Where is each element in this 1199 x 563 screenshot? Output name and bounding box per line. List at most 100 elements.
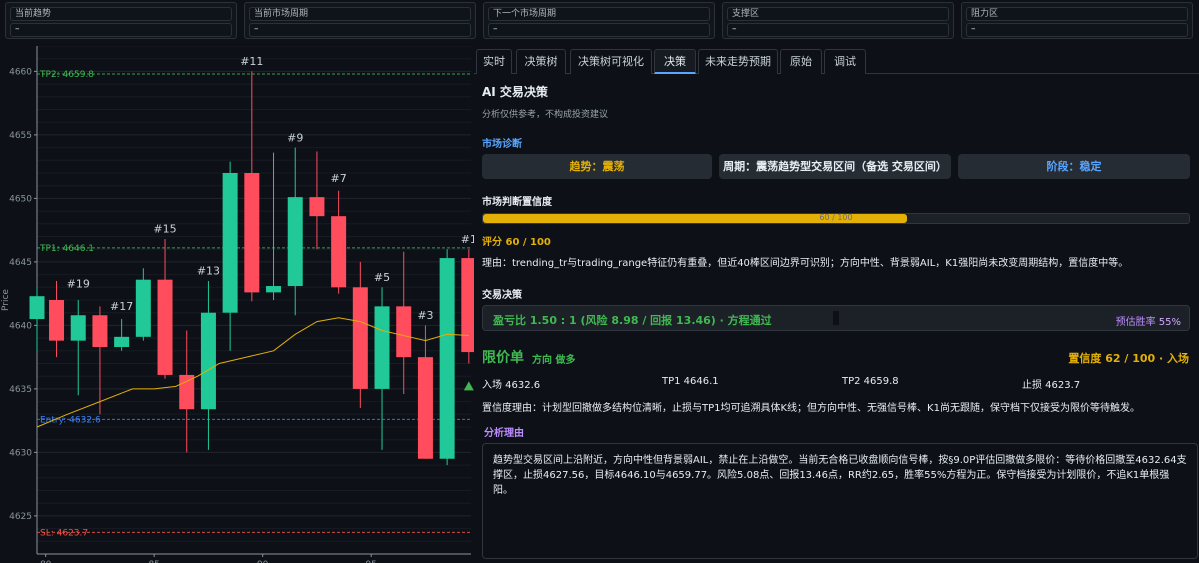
- price-chart[interactable]: 4625463046354640464546504655466080859095…: [0, 46, 474, 563]
- confidence-score: 评分 60 / 100: [482, 237, 551, 248]
- bar-number-label: #5: [374, 271, 390, 284]
- order-type: 限价单: [482, 350, 524, 366]
- candle-body: [200, 312, 216, 410]
- stat-label: 下一个市场周期: [488, 7, 710, 21]
- risk-reward-text: 盈亏比 1.50 : 1 (风险 8.98 / 回报 13.46) · 方程通过: [493, 314, 772, 327]
- y-tick-label: 4625: [9, 512, 32, 522]
- y-tick-label: 4635: [9, 385, 32, 395]
- stat-value: –: [966, 23, 1188, 37]
- stat-label: 当前趋势: [10, 7, 232, 21]
- section-market-diagnosis: 市场诊断: [482, 139, 522, 150]
- candle-body: [29, 296, 45, 320]
- tab-bar: 实时 决策树 决策树可视化 决策 未来走势预期 原始 调试: [474, 49, 1199, 74]
- decision-panel: 实时 决策树 决策树可视化 决策 未来走势预期 原始 调试 AI 交易决策 分析…: [474, 46, 1199, 563]
- tab-raw[interactable]: 原始: [780, 49, 822, 74]
- page-title: AI 交易决策: [482, 85, 548, 99]
- stop-level: 止损 4623.7: [1022, 380, 1081, 391]
- tp1-level: TP1 4646.1: [662, 376, 719, 387]
- candle-body: [396, 306, 412, 358]
- entry-level: 入场 4632.6: [482, 380, 541, 391]
- section-trade-decision: 交易决策: [482, 290, 522, 301]
- candle-body: [461, 258, 474, 353]
- disclaimer: 分析仅供参考，不构成投资建议: [482, 110, 609, 120]
- tab-decision[interactable]: 决策: [654, 49, 696, 74]
- tab-decision-tree-visual[interactable]: 决策树可视化: [570, 49, 652, 74]
- bar-number-label: #3: [417, 309, 433, 322]
- stat-value: –: [10, 23, 232, 37]
- y-axis-label: Price: [1, 289, 11, 311]
- candle-body: [114, 336, 130, 347]
- analysis-text: 趋势型交易区间上沿附近，方向中性但背景弱AIL，禁止在上沿做空。当前无合格已收盘…: [482, 443, 1198, 559]
- win-rate: 预估胜率 55%: [1116, 313, 1181, 328]
- confidence-bar-text: 60 / 100: [819, 213, 853, 222]
- stat-value: –: [249, 23, 471, 37]
- candle-body: [331, 216, 347, 288]
- win-rate-value: 55%: [1158, 317, 1181, 328]
- stat-label: 当前市场周期: [249, 7, 471, 21]
- stat-next-cycle: 下一个市场周期 –: [483, 2, 715, 39]
- bar-number-label: #13: [197, 265, 220, 278]
- candle-body: [157, 279, 173, 375]
- risk-reward-bar: 盈亏比 1.50 : 1 (风险 8.98 / 回报 13.46) · 方程通过…: [482, 305, 1190, 331]
- bar-number-label: #11: [240, 55, 263, 68]
- confidence-rationale: 置信度理由：计划型回撤做多结构位清晰，止损与TP1均可追溯具体K线；但方向中性、…: [482, 403, 1140, 414]
- tab-future-forecast[interactable]: 未来走势预期: [698, 49, 778, 74]
- confidence-bar: 60 / 100: [482, 213, 1190, 224]
- candle-body: [179, 374, 195, 410]
- candle-body: [70, 315, 86, 341]
- tab-debug[interactable]: 调试: [824, 49, 866, 74]
- candlestick-chart-svg[interactable]: 4625463046354640464546504655466080859095…: [0, 46, 474, 563]
- order-direction: 方向 做多: [532, 355, 576, 366]
- y-tick-label: 4660: [9, 67, 32, 77]
- candle-body: [49, 300, 65, 341]
- stat-label: 阻力区: [966, 7, 1188, 21]
- phase-badge: 阶段：稳定: [958, 154, 1190, 179]
- candle-body: [417, 357, 433, 459]
- bar-number-label: #17: [110, 300, 133, 313]
- y-tick-label: 4650: [9, 194, 32, 204]
- tab-realtime[interactable]: 实时: [476, 49, 512, 74]
- y-tick-label: 4655: [9, 131, 32, 141]
- y-tick-label: 4645: [9, 258, 32, 268]
- candle-body: [309, 197, 325, 217]
- cycle-badge: 周期：震荡趋势型交易区间（备选 交易区间）: [719, 154, 951, 179]
- candle-body: [439, 258, 455, 459]
- stat-current-cycle: 当前市场周期 –: [244, 2, 476, 39]
- bar-number-label: #15: [153, 223, 176, 236]
- y-tick-label: 4630: [9, 448, 32, 458]
- tp2-level: TP2 4659.8: [842, 376, 899, 387]
- candle-body: [92, 315, 108, 347]
- stat-support-zone: 支撑区 –: [722, 2, 954, 39]
- candle-body: [374, 306, 390, 389]
- stat-label: 支撑区: [727, 7, 949, 21]
- candle-body: [287, 197, 303, 287]
- level-label: TP2: 4659.8: [39, 70, 94, 80]
- order-confidence: 置信度 62 / 100 · 入场: [1068, 352, 1189, 365]
- candle-body: [266, 286, 282, 293]
- bar-number-label: #19: [67, 277, 90, 290]
- stat-current-trend: 当前趋势 –: [5, 2, 237, 39]
- level-label: Entry: 4632.6: [40, 415, 101, 425]
- level-label: TP1: 4646.1: [39, 244, 94, 254]
- y-tick-label: 4640: [9, 321, 32, 331]
- candle-body: [222, 173, 238, 313]
- win-rate-label: 预估胜率: [1115, 317, 1156, 328]
- trend-badge: 趋势：震荡: [482, 154, 712, 179]
- confidence-reason: 理由：trending_tr与trading_range特征仍有重叠，但近40棒…: [482, 258, 1129, 269]
- divider: [833, 311, 839, 325]
- section-confidence: 市场判断置信度: [482, 197, 552, 208]
- top-stats-bar: 当前趋势 – 当前市场周期 – 下一个市场周期 – 支撑区 – 阻力区 –: [0, 0, 1199, 42]
- stat-value: –: [488, 23, 710, 37]
- stat-resistance-zone: 阻力区 –: [961, 2, 1193, 39]
- bar-number-label: #1: [461, 233, 474, 246]
- candle-body: [352, 287, 368, 389]
- level-label: SL: 4623.7: [40, 528, 88, 538]
- tab-decision-tree[interactable]: 决策树: [516, 49, 566, 74]
- bar-number-label: #7: [331, 172, 347, 185]
- decision-content: AI 交易决策 分析仅供参考，不构成投资建议 市场诊断 趋势：震荡 周期：震荡趋…: [474, 75, 1199, 563]
- section-analysis: 分析理由: [484, 428, 524, 439]
- candle-body: [244, 173, 260, 293]
- stat-value: –: [727, 23, 949, 37]
- candle-body: [135, 279, 151, 337]
- bar-number-label: #9: [287, 131, 303, 144]
